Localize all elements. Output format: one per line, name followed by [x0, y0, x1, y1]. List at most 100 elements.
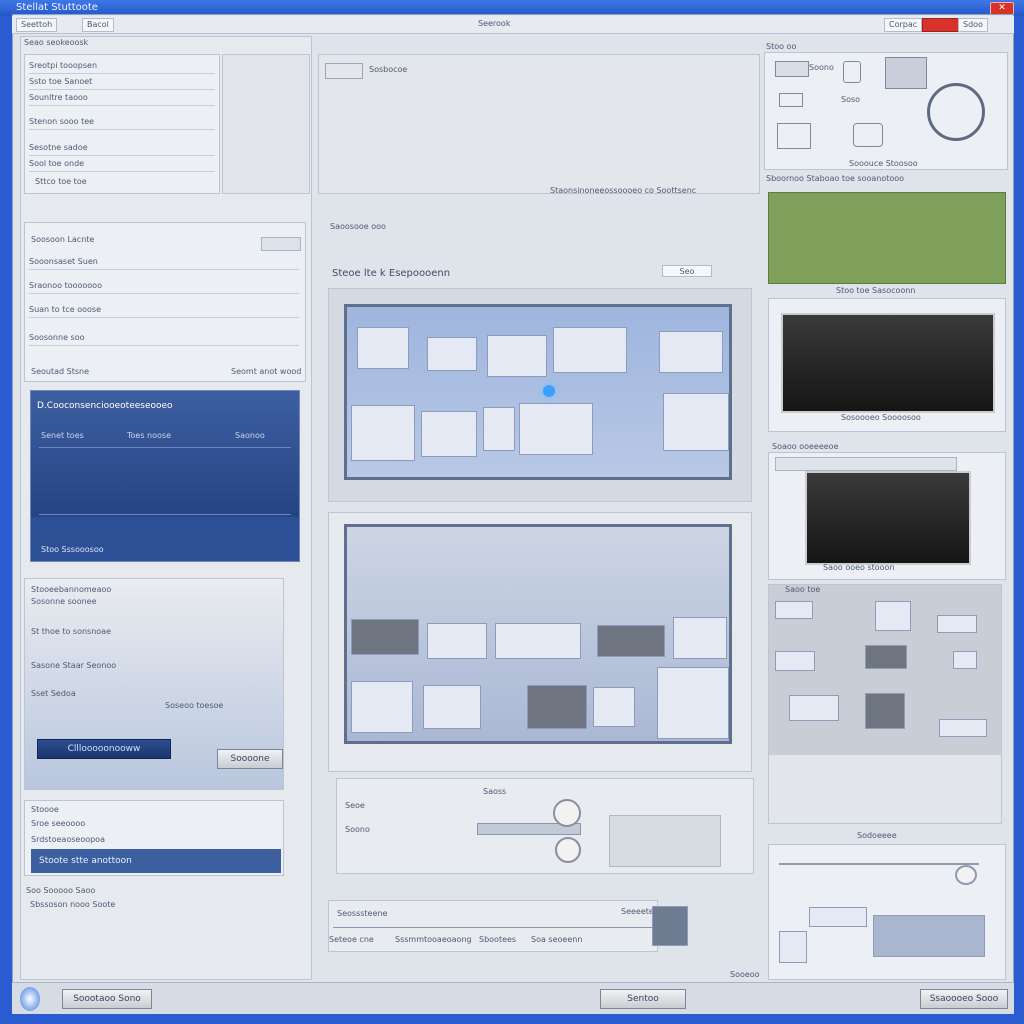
left-group-4: Stoooe Sroe seeoooo Srdstoeaoseoopoa Sto… — [24, 800, 284, 876]
screen-tile — [351, 405, 415, 461]
group-3-item[interactable]: Sosonne soonee — [31, 597, 97, 606]
toolbar: Seettoh Bacol Seerook Corpac Sdoo — [12, 16, 1014, 34]
icon-panel-caption: Sooouce Stoosoo — [849, 159, 918, 168]
right-bottom-panel — [768, 844, 1006, 980]
group-2-button[interactable] — [261, 237, 301, 251]
bottom-tile[interactable] — [809, 907, 867, 927]
grid-tile[interactable] — [775, 601, 813, 619]
status-right-button[interactable]: Ssaoooeo Sooo — [920, 989, 1008, 1009]
group-3-item[interactable]: Sasone Staar Seonoo — [31, 661, 116, 670]
left-footer-2: Sbssoson nooo Soote — [30, 900, 116, 909]
center-heading-button[interactable]: Seo — [662, 265, 712, 277]
group-3-item[interactable]: Sset Sedoa — [31, 689, 76, 698]
timeline-panel: Seosssteene Seeeete Seteoe cne Sssmmtooa… — [328, 900, 658, 952]
list-item[interactable]: Soosonne soo — [29, 333, 299, 346]
photo-caption: Saoo ooeo stooon — [823, 563, 895, 572]
grid-tile[interactable] — [937, 615, 977, 633]
blue-column-2: Toes noose — [127, 431, 172, 440]
blue-info-panel: D.Cooconsenciooeoteeseooeo Senet toes To… — [30, 390, 300, 562]
green-preview[interactable] — [768, 192, 1006, 284]
list-item[interactable]: Sesotne sadoe — [29, 143, 215, 156]
window-title: Stellat Stuttoote — [16, 2, 98, 13]
list-item[interactable]: Sooonsaset Suen — [29, 257, 299, 270]
group-3-item[interactable]: Soseoo toesoe — [165, 701, 223, 710]
list-footer: Sttco toe toe — [35, 177, 87, 186]
list-item[interactable]: Sreotpi tooopsen — [29, 61, 215, 74]
toolbar-button-2[interactable]: Bacol — [82, 18, 114, 32]
bottom-tile[interactable] — [873, 915, 985, 957]
right-caption-5: Soaoo ooeeeeoe — [772, 442, 839, 451]
screen-tile — [427, 337, 477, 371]
lock-icon[interactable] — [843, 61, 861, 83]
left-group-3: Stooeebannomeaoo Sosonne soonee St thoe … — [24, 578, 284, 790]
grid-tile[interactable] — [939, 719, 987, 737]
screen-tile — [657, 667, 729, 739]
list-item[interactable]: Sool toe onde — [29, 159, 215, 172]
toolbar-button-1[interactable]: Seettoh — [16, 18, 58, 32]
image-icon[interactable] — [885, 57, 927, 89]
screen-tile — [597, 625, 665, 657]
status-bar: Soootaoo Sono Sentoo Ssaoooeo Sooo — [12, 982, 1014, 1014]
control-label: Saoss — [483, 787, 507, 796]
office-photo-2[interactable] — [805, 471, 971, 565]
office-photo-1[interactable] — [781, 313, 995, 413]
list-item[interactable]: Sounltre taooo — [29, 93, 215, 106]
grid-tile[interactable] — [865, 693, 905, 729]
grid-tile[interactable] — [789, 695, 839, 721]
toolbar-right-button-2[interactable]: Sdoo — [958, 18, 988, 32]
list-item[interactable]: Sraonoo tooooooo — [29, 281, 299, 294]
toolbar-right-button-1[interactable]: Corpac — [884, 18, 923, 32]
grid-tile[interactable] — [953, 651, 977, 669]
status-center-button[interactable]: Sentoo — [600, 989, 686, 1009]
bottom-tile[interactable] — [779, 931, 807, 963]
grid-tile[interactable] — [775, 651, 815, 671]
group-3-item[interactable]: Stooeebannomeaoo — [31, 585, 111, 594]
small-button[interactable]: Soooone — [217, 749, 283, 769]
slider-knob[interactable] — [553, 799, 581, 827]
timeline-item[interactable]: Seteoe cne — [329, 935, 374, 944]
group-4-banner[interactable]: Stoote stte anottoon — [31, 849, 281, 873]
preview-screen-2[interactable] — [344, 524, 732, 744]
center-top-icon[interactable] — [325, 63, 363, 79]
preview-screen-1[interactable] — [344, 304, 732, 480]
screen-tile — [659, 331, 723, 373]
timeline-item[interactable]: Seeeete — [621, 907, 654, 916]
group-4-item[interactable]: Srdstoeaoseoopoa — [31, 835, 105, 844]
timeline-item[interactable]: Sssmmtooaeoaong — [395, 935, 472, 944]
center-control-panel: Seoe Soono Saoss — [336, 778, 754, 874]
list-item[interactable]: Ssto toe Sanoet — [29, 77, 215, 90]
status-left-button[interactable]: Soootaoo Sono — [62, 989, 152, 1009]
screen-tile — [351, 681, 413, 733]
center-top-label: Sosbocoe — [369, 65, 408, 74]
grid-footer-area — [769, 755, 1001, 823]
center-heading: Steoe lte k Esepoooenn — [332, 268, 451, 279]
grid-tile[interactable] — [875, 601, 911, 631]
group-4-item[interactable]: Stoooe — [31, 805, 59, 814]
timeline-item[interactable]: Soa seoeenn — [531, 935, 582, 944]
timeline-thumbnail[interactable] — [652, 906, 688, 946]
group-2-caption: Seomt anot wood — [231, 367, 302, 376]
group-4-item[interactable]: Sroe seeoooo — [31, 819, 85, 828]
timeline-item[interactable]: Sbootees — [479, 935, 516, 944]
bottom-panel-knob[interactable] — [955, 865, 977, 885]
group-3-item[interactable]: St thoe to sonsnoae — [31, 627, 111, 636]
cursor-glow-icon — [543, 385, 555, 397]
right-caption-2: Sboornoo Staboao toe sooanotooo — [766, 174, 905, 183]
slider-knob[interactable] — [555, 837, 581, 863]
record-button[interactable] — [922, 18, 962, 32]
list-item[interactable]: Stenon sooo tee — [29, 117, 215, 130]
center-section-label: Saoosooe ooo — [330, 222, 386, 231]
control-label: Soono — [345, 825, 370, 834]
list-item[interactable]: Suan to tce ooose — [29, 305, 299, 318]
icon-label: Soso — [841, 95, 861, 104]
blue-column-1: Senet toes — [41, 431, 84, 440]
screen-tile — [527, 685, 587, 729]
app-logo-icon[interactable] — [20, 987, 40, 1011]
folder-icon[interactable] — [779, 93, 803, 107]
primary-dark-button[interactable]: Clllooooonooww — [37, 739, 171, 759]
device-icon[interactable] — [775, 61, 809, 77]
grid-tile[interactable] — [865, 645, 907, 669]
card-icon[interactable] — [777, 123, 811, 149]
photo-panel-toolbar — [775, 457, 957, 471]
badge-icon[interactable] — [853, 123, 883, 147]
